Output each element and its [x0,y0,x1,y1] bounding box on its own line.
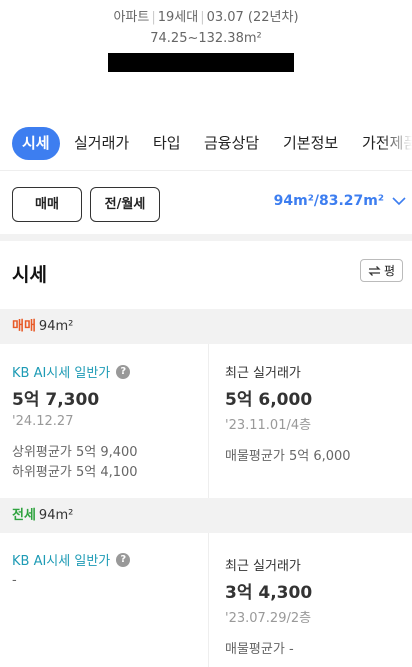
listing-avg-label: 매물평균가 [225,642,285,657]
sale-kb-label: KB AI시세 일반가 [12,366,111,381]
chevron-down-icon [392,196,406,205]
sale-recent-price: 5억 6,000 [225,390,313,410]
sale-kb-label-row: KB AI시세 일반가 ? [12,362,138,381]
column-divider [208,344,209,498]
area-select-value: 94m²/83.27m² [273,193,384,209]
jeonse-recent-block: 최근 실거래가 3억 4,300 '23.07.29/2층 매물평균가 - [225,555,312,660]
jeonse-header: 전세 94m² [0,498,412,533]
sale-kb-price: 5억 7,300 [12,390,100,410]
help-icon[interactable]: ? [116,364,131,379]
tab-type[interactable]: 타입 [153,127,181,160]
sale-recent-label: 최근 실거래가 [225,366,301,381]
jeonse-kb-block: KB AI시세 일반가 ? - [12,550,131,588]
tab-transaction-price[interactable]: 실거래가 [74,127,129,160]
tabs-divider [0,170,412,171]
sale-kb-date: '24.12.27 [12,414,74,429]
meta-separator: | [151,10,156,25]
sale-listing-avg: 매물평균가 5억 6,000 [225,447,351,467]
trade-type-button[interactable]: 매매 [12,187,82,222]
sale-kb-block: KB AI시세 일반가 ? 5억 7,300 '24.12.27 상위평균가 5… [12,362,138,483]
redacted-block [108,53,294,72]
tab-basic-info[interactable]: 기본정보 [283,127,338,160]
building-type: 아파트 [113,10,150,25]
lower-avg-value: 5억 4,100 [75,465,138,480]
rent-type-button[interactable]: 전/월세 [90,187,160,222]
sale-area-label: 94m² [38,319,74,334]
area-range: 74.25~132.38m² [150,31,262,46]
swap-icon [368,265,381,276]
area-select[interactable]: 94m²/83.27m² [274,193,406,209]
jeonse-listing-avg: 매물평균가 - [225,640,312,660]
help-icon[interactable]: ? [116,552,131,567]
section-gap [0,234,412,241]
jeonse-recent-label: 최근 실거래가 [225,559,301,574]
unit-toggle-label: 평 [383,264,396,278]
sale-upper-avg: 상위평균가 5억 9,400 [12,443,138,463]
jeonse-kb-label-row: KB AI시세 일반가 ? [12,550,131,569]
household-count: 19세대 [157,10,199,25]
sale-header: 매매 94m² [0,309,412,344]
sale-recent-date: '23.11.01/4층 [225,418,312,433]
price-section-title: 시세 [12,264,47,286]
sale-kind-label: 매매 [12,319,36,334]
lower-avg-label: 하위평균가 [12,465,72,480]
section-tabs: 시세 실거래가 타입 금융상담 기본정보 가전제품 [0,127,412,163]
jeonse-kb-value: - [12,573,17,588]
sale-lower-avg: 하위평균가 5억 4,100 [12,463,138,483]
upper-avg-value: 5억 9,400 [75,445,138,460]
listing-avg-value: 5억 6,000 [288,449,351,464]
jeonse-kind-label: 전세 [12,508,36,523]
built-date: 03.07 (22년차) [206,10,299,25]
column-divider [208,533,209,667]
tab-price[interactable]: 시세 [12,127,60,160]
jeonse-kb-label: KB AI시세 일반가 [12,554,111,569]
meta-separator: | [200,10,205,25]
listing-avg-label: 매물평균가 [225,449,285,464]
upper-avg-label: 상위평균가 [12,445,72,460]
unit-toggle-button[interactable]: 평 [360,259,403,282]
jeonse-recent-price: 3억 4,300 [225,583,313,603]
jeonse-area-label: 94m² [38,508,74,523]
sale-recent-block: 최근 실거래가 5억 6,000 '23.11.01/4층 매물평균가 5억 6… [225,362,351,467]
jeonse-recent-date: '23.07.29/2층 [225,611,312,626]
tabs-fade [382,127,412,163]
tab-loan-consult[interactable]: 금융상담 [204,127,259,160]
listing-avg-value: - [288,642,294,657]
complex-meta: 아파트 | 19세대 | 03.07 (22년차) [0,6,412,25]
